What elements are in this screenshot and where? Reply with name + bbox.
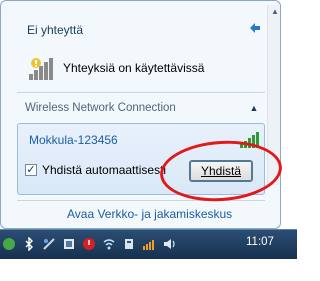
status-title: Ei yhteyttä bbox=[27, 23, 84, 37]
volume-icon[interactable] bbox=[162, 237, 176, 251]
section-header: Wireless Network Connection bbox=[25, 102, 176, 114]
power-icon[interactable] bbox=[82, 237, 96, 251]
network-name: Mokkula-123456 bbox=[29, 133, 118, 147]
connections-available-text: Yhteyksiä on käytettävissä bbox=[63, 61, 205, 75]
collapse-chevron-icon[interactable]: ▲ bbox=[245, 99, 263, 117]
network-tray-icon[interactable] bbox=[42, 237, 56, 251]
app-icon[interactable] bbox=[2, 237, 16, 251]
network-sharing-center-link[interactable]: Avaa Verkko- ja jakamiskeskus bbox=[67, 207, 232, 221]
wifi-icon[interactable] bbox=[102, 237, 116, 251]
auto-connect-checkbox[interactable]: ✓ bbox=[25, 164, 37, 176]
bluetooth-icon[interactable] bbox=[22, 237, 36, 251]
available-networks-icon bbox=[29, 58, 53, 80]
taskbar: 11:07 bbox=[0, 229, 297, 259]
scroll-up-arrow-icon[interactable]: ▲ bbox=[268, 5, 280, 19]
divider bbox=[17, 92, 265, 93]
refresh-icon[interactable] bbox=[247, 19, 263, 35]
flag-icon[interactable] bbox=[62, 237, 76, 251]
device-icon[interactable] bbox=[122, 237, 136, 251]
auto-connect-label: Yhdistä automaattisesti bbox=[42, 163, 167, 177]
clock[interactable]: 11:07 bbox=[246, 236, 274, 248]
signal-icon[interactable] bbox=[142, 237, 156, 251]
